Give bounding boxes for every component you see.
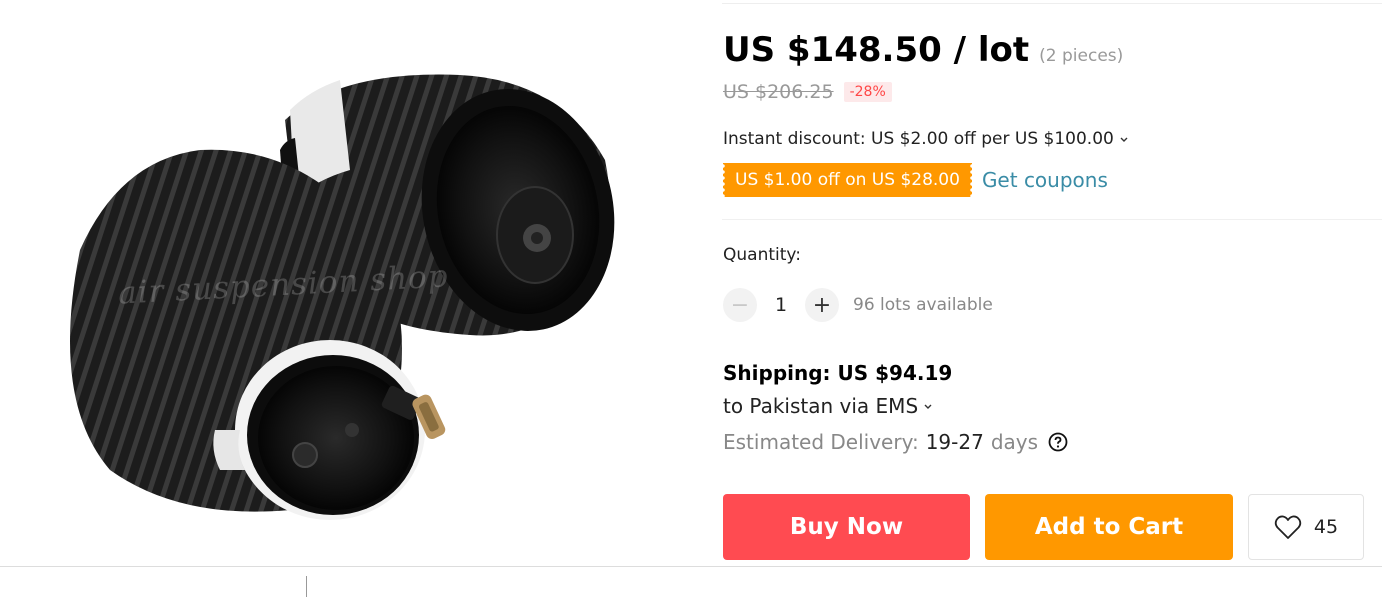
buy-now-button[interactable]: Buy Now — [723, 494, 970, 560]
question-circle-icon[interactable] — [1048, 432, 1068, 452]
quantity-label: Quantity: — [723, 245, 801, 265]
pieces-count: (2 pieces) — [1039, 46, 1124, 66]
bottom-divider — [0, 566, 1382, 567]
instant-discount[interactable]: Instant discount: US $2.00 off per US $1… — [723, 129, 1130, 149]
estimated-delivery-label: Estimated Delivery: — [723, 430, 919, 454]
coupon-tag[interactable]: US $1.00 off on US $28.00 — [721, 163, 974, 197]
wishlist-button[interactable]: 45 — [1248, 494, 1364, 560]
chevron-down-icon — [924, 404, 932, 409]
quantity-stepper: − 1 + 96 lots available — [723, 288, 993, 322]
add-to-cart-button[interactable]: Add to Cart — [985, 494, 1233, 560]
price-row: US $148.50 / lot (2 pieces) — [723, 30, 1123, 70]
section-divider — [722, 219, 1382, 220]
original-price-row: US $206.25 -28% — [723, 81, 892, 103]
top-divider — [722, 3, 1382, 4]
coupon-row: US $1.00 off on US $28.00 Get coupons — [721, 163, 1108, 197]
current-price: US $148.50 / lot — [723, 30, 1030, 70]
shipping-destination[interactable]: to Pakistan via EMS — [723, 394, 934, 418]
get-coupons-link[interactable]: Get coupons — [982, 168, 1108, 192]
delivery-days-unit: days — [990, 430, 1039, 454]
available-stock: 96 lots available — [853, 295, 993, 315]
increase-quantity-button[interactable]: + — [805, 288, 839, 322]
chevron-down-icon — [1120, 137, 1128, 142]
tab-separator — [306, 576, 307, 597]
decrease-quantity-button[interactable]: − — [723, 288, 757, 322]
heart-icon — [1274, 515, 1302, 539]
delivery-range: 19-27 — [925, 430, 984, 454]
quantity-value[interactable]: 1 — [757, 294, 805, 316]
shipping-cost: Shipping: US $94.19 — [723, 361, 953, 385]
instant-discount-text: Instant discount: US $2.00 off per US $1… — [723, 129, 1114, 149]
shipping-destination-text: to Pakistan via EMS — [723, 394, 919, 418]
estimated-delivery: Estimated Delivery: 19-27 days — [723, 430, 1068, 454]
original-price: US $206.25 — [723, 81, 834, 103]
discount-badge: -28% — [843, 82, 892, 102]
wishlist-count: 45 — [1313, 516, 1339, 538]
